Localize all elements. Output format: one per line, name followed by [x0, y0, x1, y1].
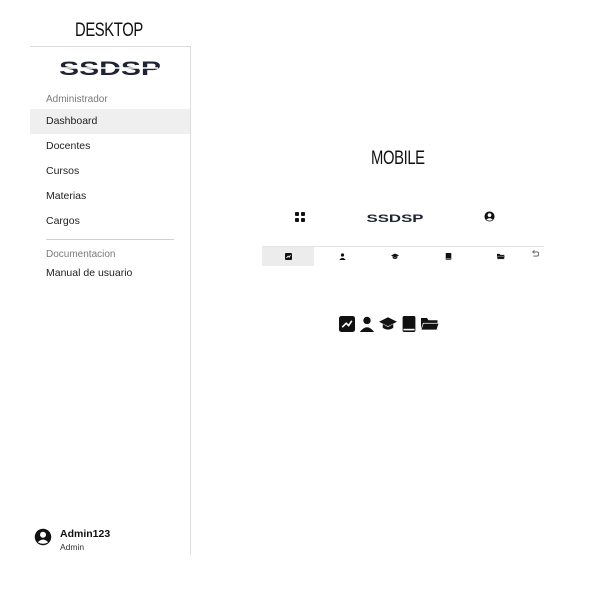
graduation-cap-icon: [379, 317, 397, 330]
person-icon: [359, 316, 375, 332]
mobile-brand-logo: SSDSP: [367, 213, 424, 223]
user-name: Admin123: [60, 528, 111, 540]
sidebar-item-materias[interactable]: Materias: [30, 184, 190, 209]
svg-text:SSDSP: SSDSP: [367, 213, 424, 223]
sidebar-item-label: Manual de usuario: [46, 267, 133, 279]
sidebar-item-manual[interactable]: Manual de usuario: [30, 261, 190, 286]
folder-icon: [497, 253, 505, 260]
tab-cargos[interactable]: [475, 247, 527, 266]
sidebar-item-label: Dashboard: [46, 115, 98, 127]
user-role: Admin: [60, 542, 85, 552]
docs-group-label: Documentacion: [46, 249, 116, 260]
desktop-section-title: DESKTOP: [75, 20, 143, 41]
graduation-cap-icon: [391, 253, 399, 259]
brand-logo: SSDSP: [59, 60, 162, 78]
chart-icon: [284, 253, 292, 260]
sidebar-item-label: Docentes: [46, 140, 91, 152]
grid-icon[interactable]: [295, 212, 305, 222]
sidebar-item-cursos[interactable]: Cursos: [30, 159, 190, 184]
sidebar-item-docentes[interactable]: Docentes: [30, 134, 190, 159]
back-arrow-icon[interactable]: [532, 250, 539, 258]
desktop-sidebar: SSDSP Administrador Dashboard Docentes C…: [30, 46, 191, 555]
icon-legend-row: [339, 314, 439, 334]
sidebar-item-label: Cargos: [46, 215, 80, 227]
account-circle-icon: [34, 528, 52, 546]
admin-group-label: Administrador: [46, 94, 108, 105]
account-circle-icon[interactable]: [484, 211, 495, 222]
tab-materias[interactable]: [422, 247, 474, 266]
mobile-section-title: MOBILE: [371, 148, 425, 169]
chart-icon: [339, 316, 355, 332]
svg-text:SSDSP: SSDSP: [59, 60, 162, 78]
book-icon: [445, 253, 451, 260]
tab-dashboard[interactable]: [262, 247, 314, 266]
person-icon: [338, 253, 346, 260]
sidebar-item-label: Materias: [46, 190, 87, 202]
tab-docentes[interactable]: [316, 247, 368, 266]
tab-cursos[interactable]: [369, 247, 421, 266]
book-icon: [402, 316, 416, 332]
mobile-header: SSDSP: [262, 205, 544, 229]
folder-icon: [421, 318, 439, 331]
mobile-tab-bar: [262, 246, 544, 267]
sidebar-item-dashboard[interactable]: Dashboard: [30, 109, 190, 134]
user-profile[interactable]: Admin123 Admin: [34, 526, 184, 554]
sidebar-item-cargos[interactable]: Cargos: [30, 209, 190, 234]
sidebar-item-label: Cursos: [46, 165, 80, 177]
sidebar-divider: [46, 239, 174, 240]
